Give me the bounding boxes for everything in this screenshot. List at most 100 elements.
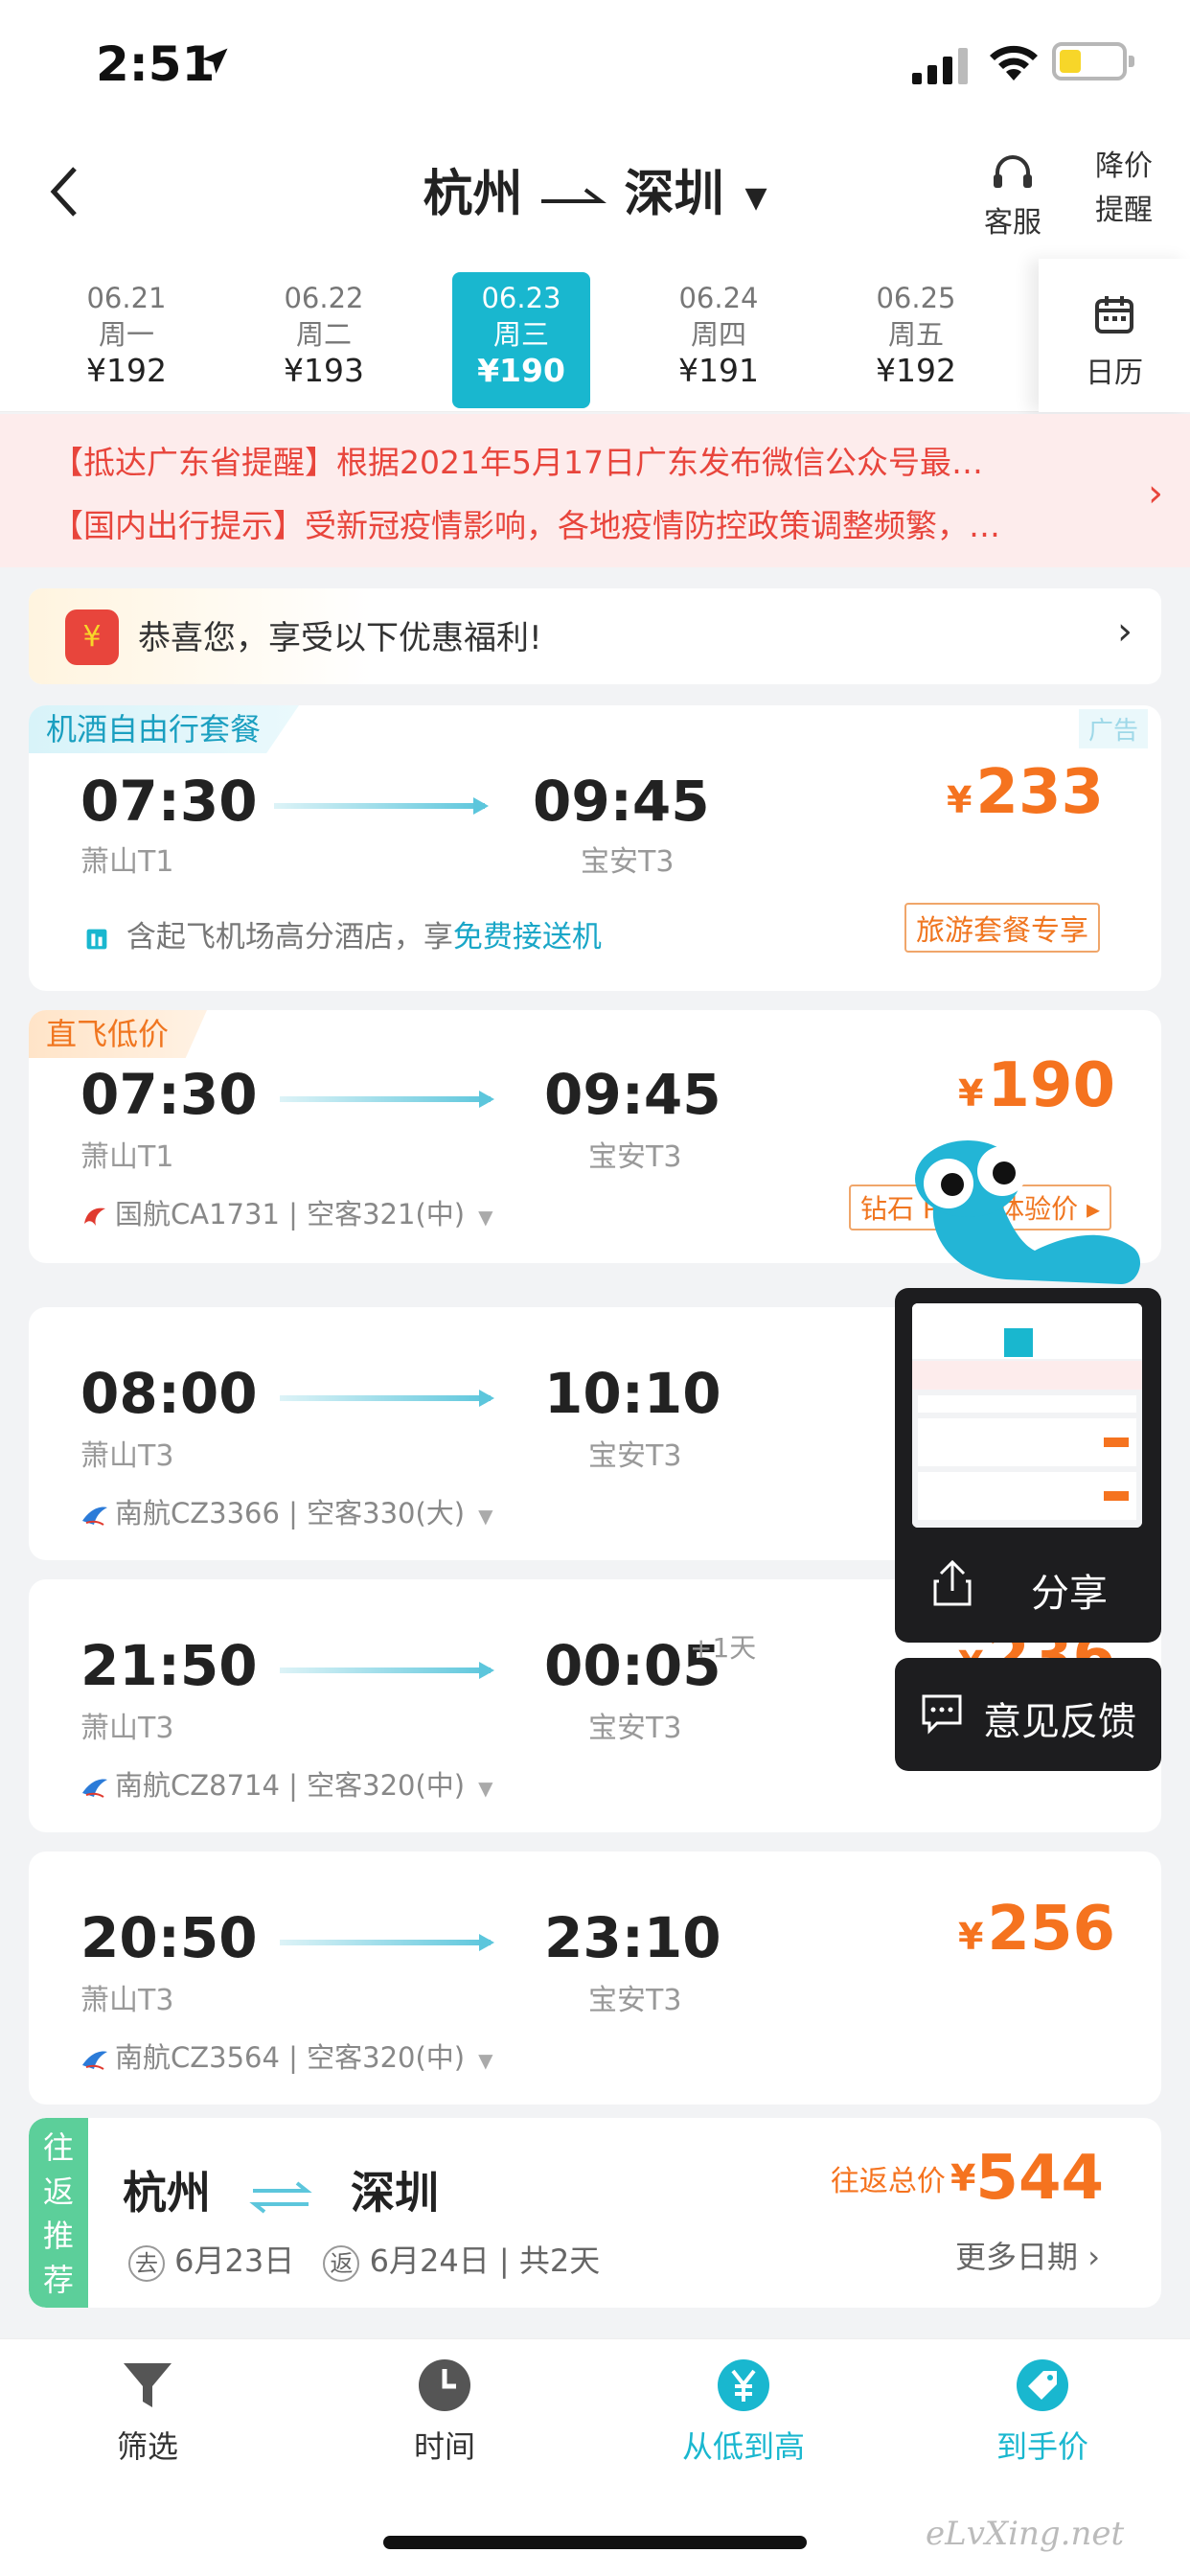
flight-tag: 直飞低价 <box>29 1010 208 1058</box>
date-tab-price: ¥192 <box>876 352 956 389</box>
notice-chevron-icon: › <box>1148 472 1163 516</box>
expand-chevron-icon: ▼ <box>478 1777 493 1800</box>
calendar-icon <box>1095 296 1133 334</box>
tab-label: 筛选 <box>116 2428 178 2465</box>
date-tab-weekday: 周三 <box>492 318 549 351</box>
price-value: 190 <box>987 1050 1115 1121</box>
share-label[interactable]: 分享 <box>1031 1562 1108 1618</box>
travel-notice[interactable]: 【抵达广东省提醒】根据2021年5月17日广东发布微信公众号最… 【国内出行提示… <box>0 414 1190 567</box>
departure-time: 20:50 <box>80 1905 258 1970</box>
departure-terminal: 萧山T1 <box>80 1140 174 1174</box>
notice-line-2: 【国内出行提示】受新冠疫情影响，各地疫情防控政策调整频繁，… <box>52 507 1000 544</box>
date-tab-weekday: 周二 <box>295 318 352 351</box>
date-tab[interactable]: 06.25 周五 ¥192 <box>847 272 985 408</box>
package-card[interactable]: 机酒自由行套餐 广告 07:30 萧山T1 09:45 宝安T3 ¥233 含起… <box>29 705 1161 991</box>
arrival-time: 09:45 <box>544 1062 721 1127</box>
expand-chevron-icon: ▼ <box>478 2049 493 2072</box>
departure-time: 07:30 <box>80 1062 258 1127</box>
roundtrip-card[interactable]: 往 返 推 荐 杭州 深圳 去 6月23日 返 6月24日 | 共2天 往返总价… <box>29 2118 1161 2308</box>
roundtrip-side-label: 往 返 推 荐 <box>29 2118 88 2308</box>
date-tab-date: 06.24 <box>678 282 759 314</box>
date-tab[interactable]: 06.24 周四 ¥191 <box>650 272 788 408</box>
currency-symbol: ¥ <box>950 2157 976 2199</box>
currency-symbol: ¥ <box>946 779 973 821</box>
service-button[interactable]: 客服 <box>970 151 1056 242</box>
departure-terminal: 萧山T1 <box>80 845 174 879</box>
tab-label: 从低到高 <box>681 2428 805 2465</box>
flight-line <box>274 797 489 815</box>
airline-text: 南航CZ3564 | 空客320(中) <box>115 2041 466 2074</box>
filter-icon <box>124 2363 172 2407</box>
route-arrow-icon <box>541 188 607 203</box>
promo-chevron-icon: › <box>1117 610 1133 654</box>
tab-final-price[interactable]: 到手价 <box>937 2358 1148 2467</box>
feedback-label[interactable]: 意见反馈 <box>983 1690 1136 1746</box>
go-date: 6月23日 <box>174 2242 295 2279</box>
roundtrip-side-char: 推 <box>42 2218 74 2254</box>
roundtrip-price: 往返总价 ¥544 <box>831 2143 1104 2214</box>
tab-filter[interactable]: 筛选 <box>42 2358 253 2467</box>
headset-icon <box>994 155 1032 188</box>
expand-chevron-icon: ▼ <box>478 1505 493 1528</box>
wifi-icon <box>990 45 1038 80</box>
home-indicator[interactable] <box>383 2536 807 2549</box>
departure-terminal: 萧山T3 <box>80 1984 174 2017</box>
date-tab-date: 06.21 <box>86 282 167 314</box>
airline-text: 国航CA1731 | 空客321(中) <box>115 1198 466 1230</box>
flight-card[interactable]: 20:50 萧山T3 23:10 宝安T3 ¥256 南航CZ3564 | 空客320(中… <box>29 1852 1161 2104</box>
arrival-terminal: 宝安T3 <box>588 1984 682 2017</box>
flight-line <box>280 1934 494 1951</box>
flight-line <box>280 1091 494 1108</box>
feedback-icon <box>922 1694 962 1735</box>
expand-chevron-icon: ▼ <box>478 1206 493 1229</box>
screenshot-thumbnail[interactable] <box>912 1303 1142 1528</box>
date-tab-price: ¥192 <box>86 352 167 389</box>
departure-terminal: 萧山T3 <box>80 1712 174 1745</box>
package-tag: 机酒自由行套餐 <box>29 705 300 753</box>
flight-line <box>280 1662 494 1679</box>
battery-icon <box>1052 42 1134 80</box>
date-tab[interactable]: 06.23 周三 ¥190 <box>452 272 590 408</box>
date-tab-price: ¥190 <box>477 352 565 389</box>
location-arrow-icon <box>201 48 228 74</box>
departure-time: 21:50 <box>80 1633 258 1698</box>
tab-price-sort[interactable]: 从低到高 <box>638 2358 849 2467</box>
arrival-terminal: 宝安T3 <box>588 1712 682 1745</box>
air-china-logo-icon <box>84 1208 105 1226</box>
calendar-button[interactable]: 日历 <box>1039 259 1190 412</box>
watermark: eLvXing.net <box>926 2515 1125 2553</box>
price-value: 256 <box>987 1894 1115 1965</box>
price-alert-button[interactable]: 降价 提醒 <box>1081 148 1167 230</box>
currency-symbol: ¥ <box>957 1916 984 1958</box>
china-southern-logo-icon <box>82 1779 107 1798</box>
tab-label: 时间 <box>413 2428 475 2465</box>
flight-price: ¥256 <box>958 1894 1115 1965</box>
tab-time[interactable]: 时间 <box>339 2358 550 2467</box>
currency-symbol: ¥ <box>957 1072 984 1115</box>
hotel-info: 含起飞机场高分酒店，享免费接送机 <box>82 912 602 955</box>
airline-info[interactable]: 南航CZ3366 | 空客330(大) ▼ <box>80 1491 493 1531</box>
price-value: 233 <box>975 757 1104 828</box>
more-dates-link[interactable]: 更多日期 › <box>955 2233 1100 2277</box>
package-button[interactable]: 旅游套餐专享 <box>904 903 1100 953</box>
airline-info[interactable]: 国航CA1731 | 空客321(中) ▼ <box>80 1192 492 1232</box>
promo-text: 恭喜您，享受以下优惠福利! <box>138 619 542 657</box>
promo-banner[interactable]: ¥ 恭喜您，享受以下优惠福利! › <box>29 588 1161 684</box>
date-tab[interactable]: 06.22 周二 ¥193 <box>255 272 393 408</box>
route-to: 深圳 <box>624 166 724 223</box>
airline-info[interactable]: 南航CZ8714 | 空客320(中) ▼ <box>80 1763 493 1804</box>
airline-info[interactable]: 南航CZ3564 | 空客320(中) ▼ <box>80 2036 493 2076</box>
share-icon[interactable] <box>931 1558 973 1608</box>
date-tab[interactable]: 06.21 周一 ¥192 <box>57 272 195 408</box>
departure-time: 08:00 <box>80 1361 258 1426</box>
arrival-time: 10:10 <box>544 1361 721 1426</box>
price-value: 544 <box>975 2143 1104 2214</box>
date-tab-price: ¥191 <box>678 352 759 389</box>
departure-terminal: 萧山T3 <box>80 1439 174 1473</box>
roundtrip-total-label: 往返总价 <box>830 2165 946 2198</box>
mascot-icon[interactable] <box>910 1131 1150 1294</box>
total-days: | 共2天 <box>498 2242 601 2279</box>
ad-badge: 广告 <box>1078 709 1148 748</box>
hotel-text: 含起飞机场高分酒店，享 <box>126 920 453 954</box>
arrival-terminal: 宝安T3 <box>588 1439 682 1473</box>
